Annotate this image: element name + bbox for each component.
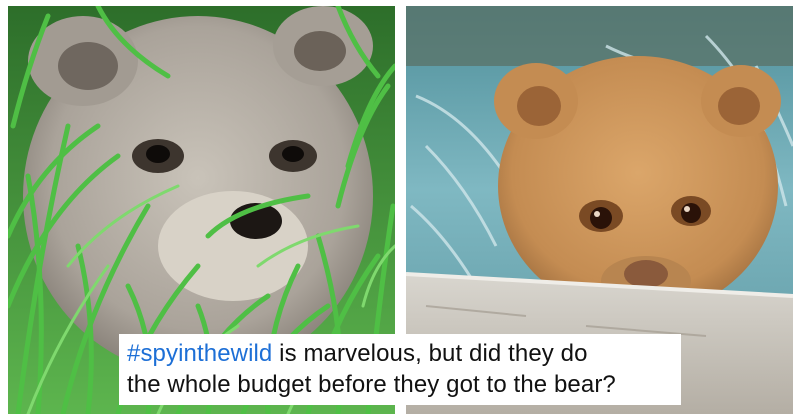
- tweet-caption: #spyinthewild is marvelous, but did they…: [119, 334, 681, 405]
- caption-line-1: #spyinthewild is marvelous, but did they…: [127, 338, 673, 369]
- caption-line-1-text: is marvelous, but did they do: [272, 340, 588, 367]
- hashtag-link[interactable]: #spyinthewild: [127, 340, 272, 367]
- caption-line-2: the whole budget before they got to the …: [127, 371, 616, 398]
